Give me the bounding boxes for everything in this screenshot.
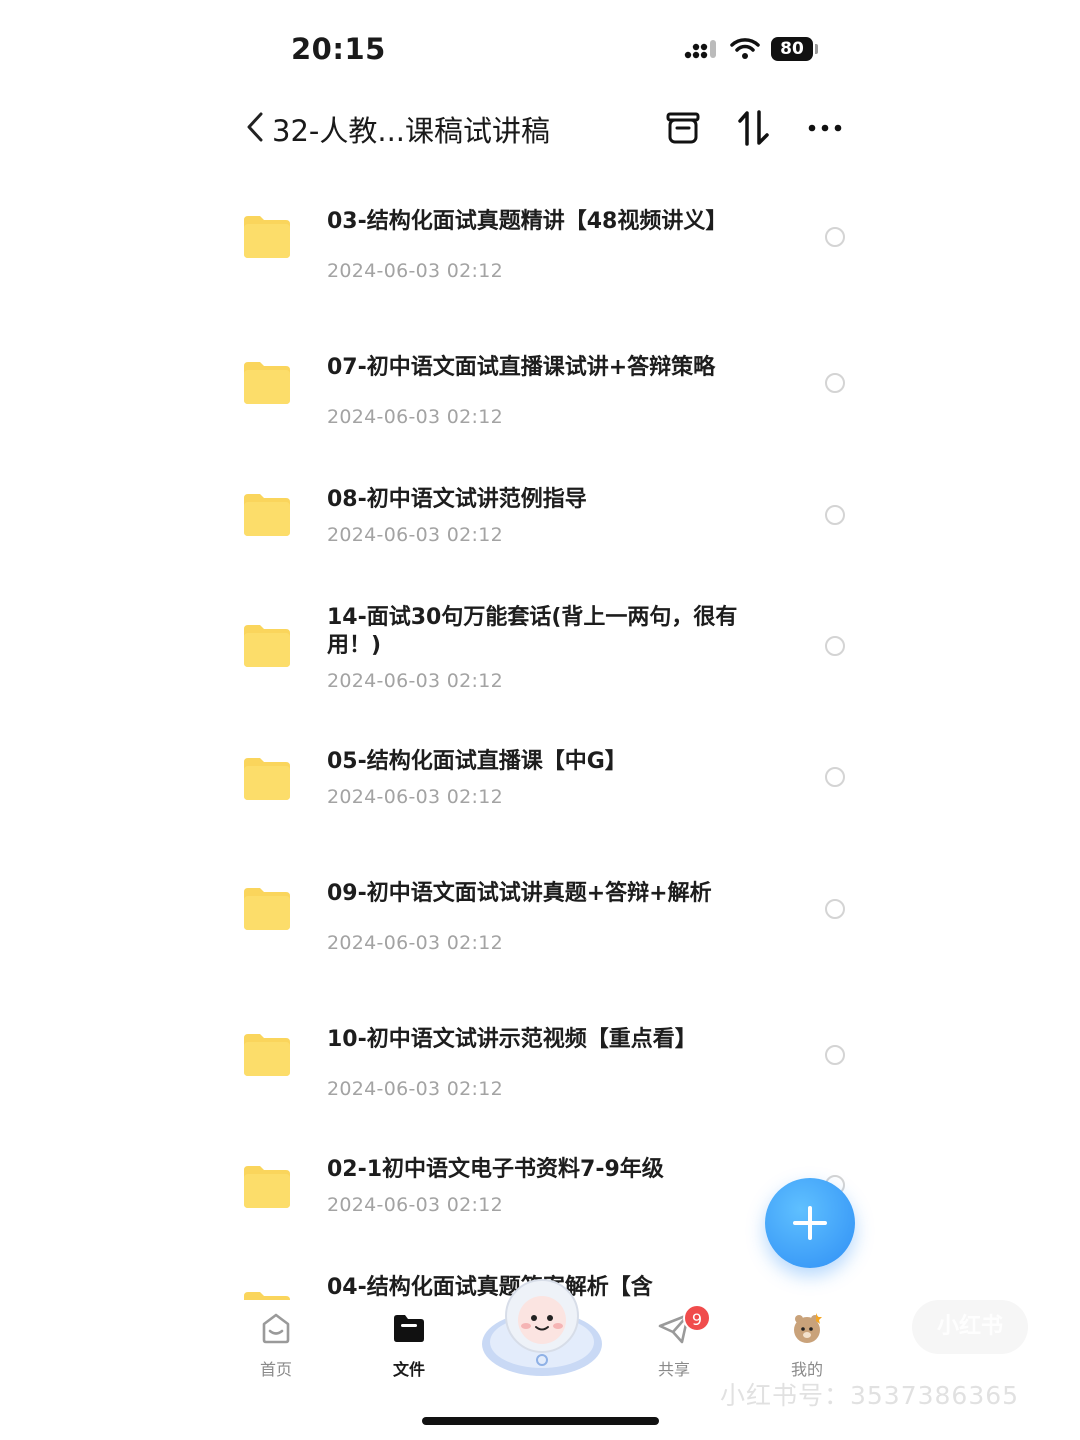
home-indicator	[422, 1417, 659, 1425]
file-row[interactable]: 08-初中语文试讲范例指导 2024-06-03 02:12	[230, 470, 870, 570]
folder-icon	[244, 494, 290, 536]
folder-icon	[244, 216, 290, 258]
select-radio[interactable]	[825, 767, 845, 787]
nav-files-label: 文件	[392, 1360, 425, 1379]
file-row[interactable]: 09-初中语文面试试讲真题+答辩+解析 2024-06-03 02:12	[230, 862, 870, 982]
file-name: 09-初中语文面试试讲真题+答辩+解析	[327, 881, 712, 906]
nav-home[interactable]: 首页	[236, 1310, 316, 1380]
nav-files[interactable]: 文件	[369, 1310, 449, 1380]
file-date: 2024-06-03 02:12	[327, 670, 504, 692]
file-name: 07-初中语文面试直播课试讲+答辩策略	[327, 355, 716, 380]
file-row[interactable]: 14-面试30句万能套话(背上一两句，很有用！) 2024-06-03 02:1…	[230, 590, 870, 710]
add-button[interactable]	[765, 1178, 855, 1268]
select-radio[interactable]	[825, 899, 845, 919]
file-row[interactable]: 05-结构化面试直播课【中G】 2024-06-03 02:12	[230, 734, 870, 834]
file-row[interactable]: 07-初中语文面试直播课试讲+答辩策略 2024-06-03 02:12	[230, 336, 870, 456]
file-row[interactable]: 03-结构化面试真题精讲【48视频讲义】 2024-06-03 02:12	[230, 190, 870, 310]
nav-home-label: 首页	[259, 1360, 292, 1379]
watermark-text: 小红书号：3537386365	[720, 1381, 1020, 1410]
file-name: 02-1初中语文电子书资料7-9年级	[327, 1157, 664, 1182]
home-icon	[262, 1313, 290, 1344]
folder-icon	[244, 625, 290, 667]
select-radio[interactable]	[825, 1045, 845, 1065]
file-name: 05-结构化面试直播课【中G】	[327, 749, 627, 774]
file-list: 03-结构化面试真题精讲【48视频讲义】 2024-06-03 02:12 07…	[0, 0, 1080, 1300]
file-row[interactable]: 10-初中语文试讲示范视频【重点看】 2024-06-03 02:12	[230, 1008, 870, 1128]
file-name: 03-结构化面试真题精讲【48视频讲义】	[327, 209, 728, 234]
file-name: 10-初中语文试讲示范视频【重点看】	[327, 1027, 697, 1052]
select-radio[interactable]	[825, 636, 845, 656]
nav-mine[interactable]: 我的	[767, 1310, 847, 1380]
folder-icon	[244, 758, 290, 800]
file-date: 2024-06-03 02:12	[327, 260, 504, 282]
nav-share[interactable]: 9 共享	[634, 1304, 714, 1380]
select-radio[interactable]	[825, 227, 845, 247]
folder-icon	[244, 1034, 290, 1076]
folder-icon	[244, 1292, 290, 1300]
folder-filled-icon	[394, 1315, 424, 1342]
avatar-icon	[794, 1313, 822, 1343]
folder-icon	[244, 362, 290, 404]
select-radio[interactable]	[825, 373, 845, 393]
file-name: 14-面试30句万能套话(背上一两句，很有用！)	[327, 605, 738, 658]
plus-icon	[793, 1206, 827, 1240]
nav-share-label: 共享	[657, 1360, 690, 1379]
file-date: 2024-06-03 02:12	[327, 932, 504, 954]
file-date: 2024-06-03 02:12	[327, 524, 504, 546]
file-date: 2024-06-03 02:12	[327, 1078, 504, 1100]
folder-icon	[244, 1166, 290, 1208]
share-badge: 9	[683, 1304, 711, 1332]
file-date: 2024-06-03 02:12	[327, 1194, 504, 1216]
select-radio[interactable]	[825, 505, 845, 525]
file-name: 08-初中语文试讲范例指导	[327, 487, 587, 512]
assistant-mascot-icon[interactable]	[480, 1272, 604, 1382]
file-date: 2024-06-03 02:12	[327, 406, 504, 428]
watermark-logo: 小红书	[912, 1300, 1028, 1354]
folder-icon	[244, 888, 290, 930]
file-date: 2024-06-03 02:12	[327, 786, 504, 808]
